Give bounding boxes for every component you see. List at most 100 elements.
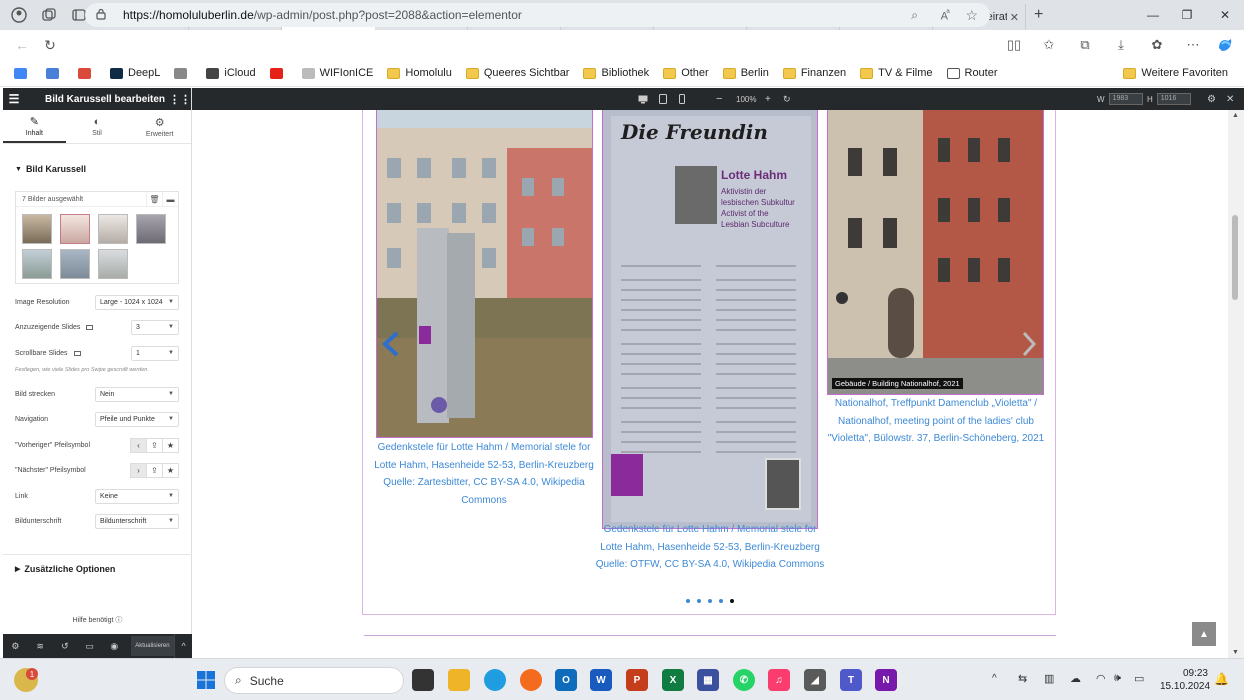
widgets-grid-icon[interactable]: ⋮⋮ xyxy=(169,93,191,106)
gallery-menu-icon[interactable]: ▬ xyxy=(162,191,178,207)
slide-image-2[interactable]: Die Freundin Lotte Hahm Aktivistin der l… xyxy=(602,110,818,529)
desktop-view-icon[interactable] xyxy=(638,88,648,110)
notifications-icon[interactable]: 🔔 xyxy=(1214,672,1229,686)
clock[interactable]: 09:23 15.10.2024 xyxy=(1160,667,1210,693)
scroll-select[interactable]: 1 ▼ xyxy=(131,345,179,361)
firefox-icon[interactable] xyxy=(520,669,542,691)
taskbar-search[interactable]: ⌕ Suche xyxy=(224,667,404,694)
close-window-button[interactable]: ✕ xyxy=(1208,0,1242,30)
excel-icon[interactable]: X xyxy=(662,669,684,691)
close-preview-icon[interactable]: ✕ xyxy=(1226,88,1234,110)
desktop-icon[interactable] xyxy=(86,324,94,330)
bookmark-item[interactable]: Queeres Sichtbar xyxy=(465,67,569,79)
chevron-right-icon[interactable]: › xyxy=(130,462,147,478)
maximize-button[interactable]: ❐ xyxy=(1170,0,1204,30)
mobile-view-icon[interactable] xyxy=(679,88,685,110)
help-link[interactable]: Hilfe benötigt ⓘ xyxy=(3,615,192,625)
bookmark-item[interactable]: Other xyxy=(663,67,709,79)
link-select[interactable]: Keine ▼ xyxy=(95,488,179,504)
close-tab-icon[interactable]: ✕ xyxy=(1010,11,1019,24)
copilot-icon[interactable] xyxy=(1213,33,1237,57)
settings-icon[interactable]: ⚙ xyxy=(1207,88,1216,110)
slide-caption-1[interactable]: Gedenkstele für Lotte Hahm / Memorial st… xyxy=(373,439,595,509)
downloads-icon[interactable]: ⤓ xyxy=(1109,33,1133,57)
width-field[interactable]: W 1983 xyxy=(1097,88,1143,110)
calculator-icon[interactable]: ▦ xyxy=(697,669,719,691)
new-tab-button[interactable]: + xyxy=(1034,6,1043,24)
reload-button[interactable]: ↻ xyxy=(36,31,64,59)
favorites-icon[interactable]: ✩ xyxy=(1037,33,1061,57)
tab-stil[interactable]: ◐ Stil xyxy=(66,110,129,143)
height-value[interactable]: 1016 xyxy=(1156,93,1191,105)
section-zusaetzliche-optionen[interactable]: ▶ Zusätzliche Optionen xyxy=(3,564,115,574)
navigation-select[interactable]: Pfeile und Punkte ▼ xyxy=(95,411,179,427)
show-hidden-icons[interactable]: ^ xyxy=(992,673,997,684)
gallery-thumb[interactable] xyxy=(136,214,166,244)
workspaces-icon[interactable] xyxy=(38,4,60,26)
responsive-icon[interactable]: ▭ xyxy=(77,641,102,652)
carousel-dot[interactable] xyxy=(697,599,701,603)
trash-icon[interactable]: 🗑 xyxy=(146,191,162,207)
bookmark-item[interactable]: TV & Filme xyxy=(860,67,933,79)
zoom-in-icon[interactable]: + xyxy=(765,88,771,110)
gallery-thumb[interactable] xyxy=(22,249,52,279)
gallery-thumb[interactable] xyxy=(60,214,90,244)
preview-eye-icon[interactable]: ◉ xyxy=(102,641,127,652)
volume-icon[interactable]: 🕪 xyxy=(1114,672,1121,685)
carousel-dot[interactable] xyxy=(730,599,734,603)
powerpoint-icon[interactable]: P xyxy=(626,669,648,691)
outlook-icon[interactable]: O xyxy=(555,669,577,691)
bookmark-item[interactable]: WIFIonICE xyxy=(301,67,373,79)
teams-icon[interactable]: T xyxy=(840,669,862,691)
bookmark-item[interactable] xyxy=(269,67,288,79)
next-arrow-icon-picker[interactable]: › ⇪ ★ xyxy=(130,462,179,478)
menu-icon[interactable]: ☰ xyxy=(3,92,25,106)
battery-icon[interactable]: ▭ xyxy=(1134,672,1144,685)
favorite-star-icon[interactable]: ☆ xyxy=(965,7,978,24)
task-view-icon[interactable] xyxy=(412,669,434,691)
file-explorer-icon[interactable] xyxy=(448,669,470,691)
split-screen-icon[interactable]: ▯▯ xyxy=(1002,33,1026,57)
chevron-left-icon[interactable]: ‹ xyxy=(130,437,147,453)
site-info-icon[interactable] xyxy=(95,8,107,23)
caption-select[interactable]: Bildunterschrift ▼ xyxy=(95,513,179,529)
windows-start-icon[interactable] xyxy=(195,669,217,691)
upload-icon[interactable]: ⇪ xyxy=(146,462,163,478)
bookmark-item[interactable] xyxy=(174,67,192,79)
height-field[interactable]: H 1016 xyxy=(1147,88,1191,110)
tablet-view-icon[interactable] xyxy=(659,88,667,110)
back-button[interactable]: ← xyxy=(8,31,36,59)
chevron-up-icon[interactable]: ^ xyxy=(174,634,192,658)
gallery-thumb[interactable] xyxy=(22,214,52,244)
tab-inhalt[interactable]: ✎ Inhalt xyxy=(3,110,66,143)
upload-icon[interactable]: ⇪ xyxy=(146,437,163,453)
star-icon[interactable]: ★ xyxy=(162,437,179,453)
edge-icon[interactable] xyxy=(484,669,506,691)
stretch-select[interactable]: Nein ▼ xyxy=(95,386,179,402)
bookmark-item[interactable] xyxy=(46,67,64,79)
update-button[interactable]: Aktualisieren xyxy=(130,636,175,656)
carousel-dot[interactable] xyxy=(686,599,690,603)
scroll-up-icon[interactable]: ▲ xyxy=(1232,112,1239,119)
settings-icon[interactable]: ⚙ xyxy=(3,641,28,652)
minimize-button[interactable]: — xyxy=(1136,0,1170,30)
scrollbar-thumb[interactable] xyxy=(1232,215,1238,300)
star-icon[interactable]: ★ xyxy=(162,462,179,478)
scroll-down-icon[interactable]: ▼ xyxy=(1232,649,1239,656)
bookmark-item[interactable]: iCloud xyxy=(206,67,256,79)
bookmark-item[interactable]: Bibliothek xyxy=(583,67,649,79)
cloud-icon[interactable]: ☁ xyxy=(1070,672,1081,685)
read-aloud-icon[interactable]: Aͣ xyxy=(941,7,948,23)
app-icon[interactable]: ◢ xyxy=(804,669,826,691)
scroll-to-top-button[interactable]: ▲ xyxy=(1192,622,1216,646)
bookmark-item[interactable]: Router xyxy=(946,67,998,79)
image-carousel[interactable]: Gedenkstele für Lotte Hahm / Memorial st… xyxy=(362,110,1056,615)
gallery-control[interactable]: 7 Bilder ausgewählt 🗑 ▬ xyxy=(15,191,179,284)
collections-icon[interactable]: ⧉ xyxy=(1073,33,1097,57)
wifi-icon[interactable]: ◠ xyxy=(1096,672,1106,685)
bookmark-item[interactable] xyxy=(78,67,96,79)
slide-image-1[interactable] xyxy=(376,110,593,438)
whatsapp-icon[interactable]: ✆ xyxy=(733,669,755,691)
slide-image-3[interactable]: Gebäude / Building Nationalhof, 2021 xyxy=(827,110,1044,395)
prev-arrow-icon-picker[interactable]: ‹ ⇪ ★ xyxy=(130,437,179,453)
